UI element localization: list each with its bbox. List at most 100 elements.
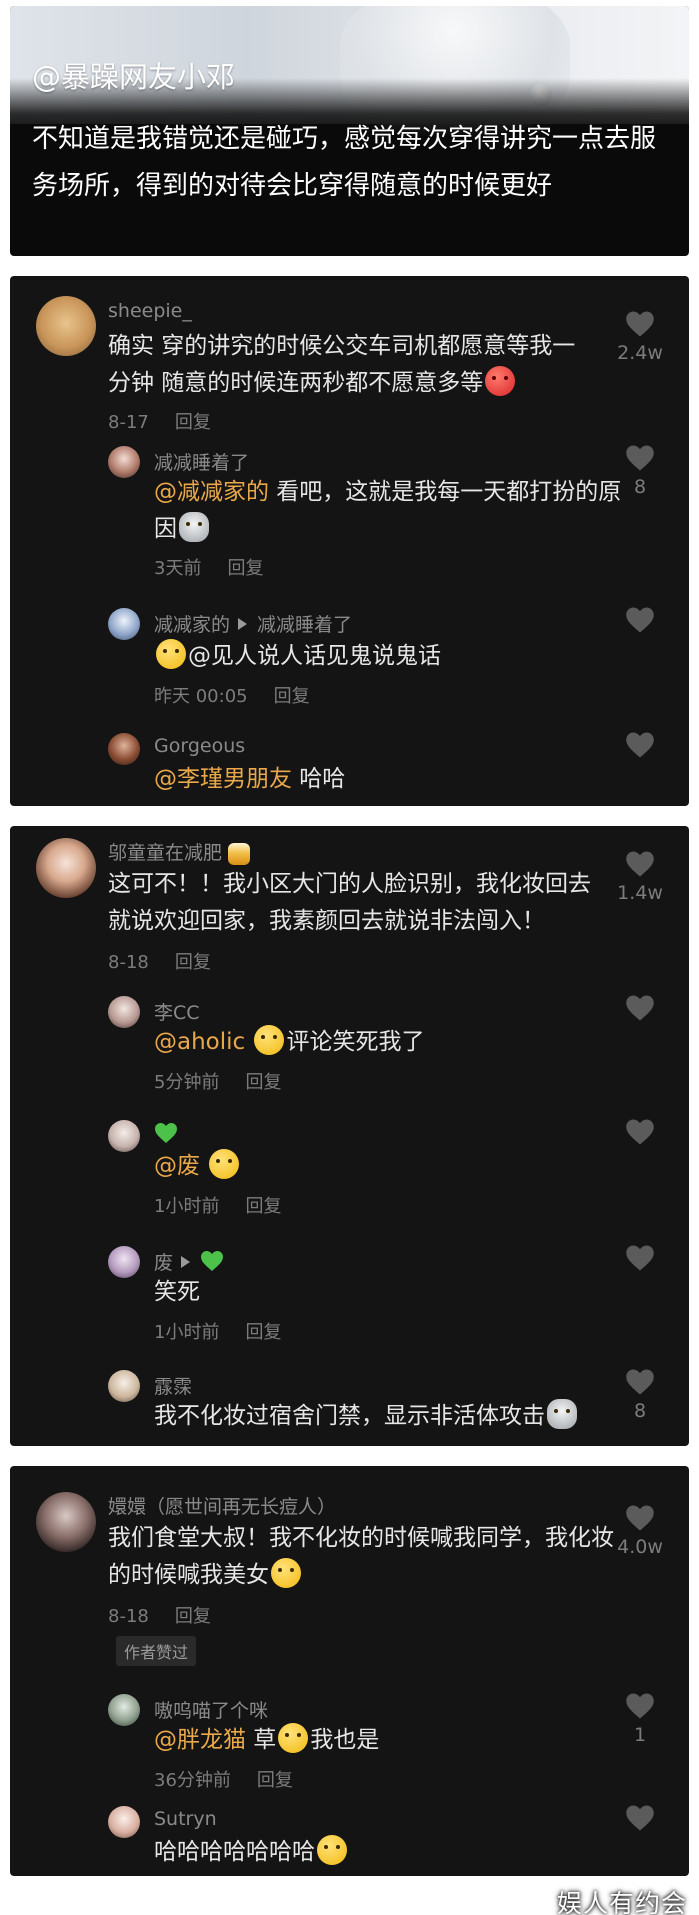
post-author[interactable]: @暴躁网友小邓 bbox=[32, 54, 235, 96]
like-count: 4.0w bbox=[617, 1536, 663, 1558]
comment-username[interactable]: 嗷呜喵了个咪 bbox=[154, 1696, 268, 1723]
cat-face-icon bbox=[179, 512, 209, 542]
avatar[interactable] bbox=[108, 1246, 140, 1278]
reply-button[interactable]: 回复 bbox=[245, 1072, 281, 1093]
comment-thread-2: 邬童童在减肥 这可不！！我小区大门的人脸识别，我化妆回去就说欢迎回家，我素颜回去… bbox=[10, 826, 689, 1446]
avatar[interactable] bbox=[108, 1694, 140, 1726]
like-button[interactable]: 1 bbox=[617, 1692, 663, 1746]
like-button[interactable] bbox=[617, 731, 663, 759]
comment-text: 我不化妆过宿舍门禁，显示非活体攻击 bbox=[154, 1398, 624, 1435]
reply-target[interactable]: 减减睡着了 bbox=[257, 614, 352, 636]
heart-icon bbox=[626, 851, 654, 877]
like-button[interactable] bbox=[617, 994, 663, 1022]
heart-icon bbox=[626, 445, 654, 471]
comment-meta: 8-18 回复 bbox=[108, 948, 211, 974]
reply-button[interactable]: 回复 bbox=[175, 1606, 211, 1627]
green-heart-icon[interactable] bbox=[200, 1250, 224, 1272]
comment-meta: 36分钟前 回复 bbox=[154, 1766, 293, 1792]
comment-username[interactable]: 嬛嬛（愿世间再无长痘人） bbox=[108, 1492, 336, 1519]
comment-meta: 8-18 回复 bbox=[108, 1602, 211, 1628]
mention-link[interactable]: @胖龙猫 bbox=[154, 1727, 246, 1753]
like-button[interactable] bbox=[617, 1804, 663, 1832]
avatar[interactable] bbox=[108, 608, 140, 640]
avatar[interactable] bbox=[36, 838, 96, 898]
avatar[interactable] bbox=[108, 1120, 140, 1152]
like-count: 8 bbox=[633, 476, 647, 498]
mention-link[interactable]: @aholic bbox=[154, 1029, 245, 1055]
mention-link[interactable]: @李瑾男朋友 bbox=[154, 766, 292, 792]
like-count: 1 bbox=[633, 1724, 647, 1746]
watermark: 娱人有约会 bbox=[556, 1889, 687, 1915]
reply-button[interactable]: 回复 bbox=[274, 686, 310, 707]
like-button[interactable] bbox=[617, 1118, 663, 1146]
comment-text: 我们食堂大叔！我不化妆的时候喊我同学，我化妆的时候喊我美女 bbox=[108, 1525, 614, 1588]
angry-face-icon bbox=[485, 366, 516, 396]
comment-username: 减减家的 减减睡着了 bbox=[154, 610, 352, 637]
comment-text: @减减家的 看吧，这就是我每一天都打扮的原因 bbox=[154, 479, 622, 542]
comment-username: 邬童童在减肥 bbox=[108, 838, 252, 865]
comment-username[interactable]: sheepie_ bbox=[108, 300, 192, 322]
reply-button[interactable]: 回复 bbox=[245, 1196, 281, 1217]
laugh-cry-face-icon bbox=[278, 1723, 309, 1753]
reply-arrow-icon bbox=[181, 1256, 191, 1268]
like-button[interactable]: 8 bbox=[617, 1368, 663, 1422]
avatar[interactable] bbox=[108, 733, 140, 765]
comment-meta: 5分钟前 回复 bbox=[154, 1068, 281, 1094]
heart-icon bbox=[626, 311, 654, 337]
reply-author[interactable]: 废 bbox=[154, 1252, 173, 1274]
like-button[interactable]: 4.0w bbox=[617, 1504, 663, 1558]
heart-icon bbox=[626, 1119, 654, 1145]
post-header: @暴躁网友小邓 不知道是我错觉还是碰巧，感觉每次穿得讲究一点去服务场所，得到的对… bbox=[10, 6, 689, 256]
avatar[interactable] bbox=[108, 446, 140, 478]
comment-meta: 昨天 00:05 回复 bbox=[154, 682, 310, 708]
like-button[interactable] bbox=[617, 606, 663, 634]
comment-username[interactable] bbox=[154, 1122, 178, 1146]
like-button[interactable]: 2.4w bbox=[617, 310, 663, 364]
heart-icon bbox=[626, 732, 654, 758]
comment-date: 8-17 bbox=[108, 412, 149, 433]
heart-icon bbox=[626, 995, 654, 1021]
flushed-face-icon bbox=[271, 1558, 301, 1588]
comment-meta: 1小时前 回复 bbox=[154, 1192, 281, 1218]
reply-button[interactable]: 回复 bbox=[245, 1322, 281, 1343]
green-heart-icon bbox=[155, 1123, 177, 1143]
comment-username[interactable]: 李CC bbox=[154, 998, 200, 1025]
reply-author[interactable]: 减减家的 bbox=[154, 614, 230, 636]
heart-icon bbox=[626, 1693, 654, 1719]
post-text: 不知道是我错觉还是碰巧，感觉每次穿得讲究一点去服务场所，得到的对待会比穿得随意的… bbox=[32, 124, 657, 201]
like-button[interactable]: 8 bbox=[617, 444, 663, 498]
comment-thread-3: 嬛嬛（愿世间再无长痘人） 我们食堂大叔！我不化妆的时候喊我同学，我化妆的时候喊我… bbox=[10, 1466, 689, 1876]
like-count: 1.4w bbox=[617, 882, 663, 904]
mention-link[interactable]: @减减家的 bbox=[154, 479, 269, 505]
reply-button[interactable]: 回复 bbox=[175, 952, 211, 973]
avatar[interactable] bbox=[108, 996, 140, 1028]
comment-text: 确实 穿的讲究的时候公交车司机都愿意等我一分钟 随意的时候连两秒都不愿意多等 bbox=[108, 333, 576, 396]
reply-button[interactable]: 回复 bbox=[227, 558, 263, 579]
like-button[interactable] bbox=[617, 1244, 663, 1272]
avatar[interactable] bbox=[108, 1370, 140, 1402]
comment-username[interactable]: Sutryn bbox=[154, 1808, 217, 1830]
like-button[interactable]: 1.4w bbox=[617, 850, 663, 904]
avatar[interactable] bbox=[36, 296, 96, 356]
comment-username[interactable]: 减减睡着了 bbox=[154, 448, 249, 475]
like-count: 2.4w bbox=[617, 342, 663, 364]
rofl-face-icon bbox=[209, 1149, 240, 1179]
comment-meta: 1小时前 回复 bbox=[154, 1318, 281, 1344]
author-liked-badge: 作者赞过 bbox=[116, 1636, 197, 1666]
comment-author[interactable]: 邬童童在减肥 bbox=[108, 842, 222, 864]
comment-text: @见人说人话见鬼说鬼话 bbox=[154, 638, 624, 675]
mention-link[interactable]: @废 bbox=[154, 1153, 200, 1179]
heart-icon bbox=[626, 1245, 654, 1271]
comment-username[interactable]: 霡霂 bbox=[154, 1372, 192, 1399]
avatar[interactable] bbox=[108, 1806, 140, 1838]
reply-button[interactable]: 回复 bbox=[257, 1770, 293, 1791]
comment-date: 昨天 00:05 bbox=[154, 686, 248, 707]
reply-button[interactable]: 回复 bbox=[175, 412, 211, 433]
comment-date: 36分钟前 bbox=[154, 1770, 231, 1791]
comment-text: @废 bbox=[154, 1148, 624, 1185]
comment-text: @胖龙猫 草我也是 bbox=[154, 1722, 624, 1759]
comment-username[interactable]: Gorgeous bbox=[154, 735, 245, 757]
like-count: 8 bbox=[633, 1400, 647, 1422]
avatar[interactable] bbox=[36, 1492, 96, 1552]
laugh-cry-face-icon bbox=[254, 1025, 285, 1055]
